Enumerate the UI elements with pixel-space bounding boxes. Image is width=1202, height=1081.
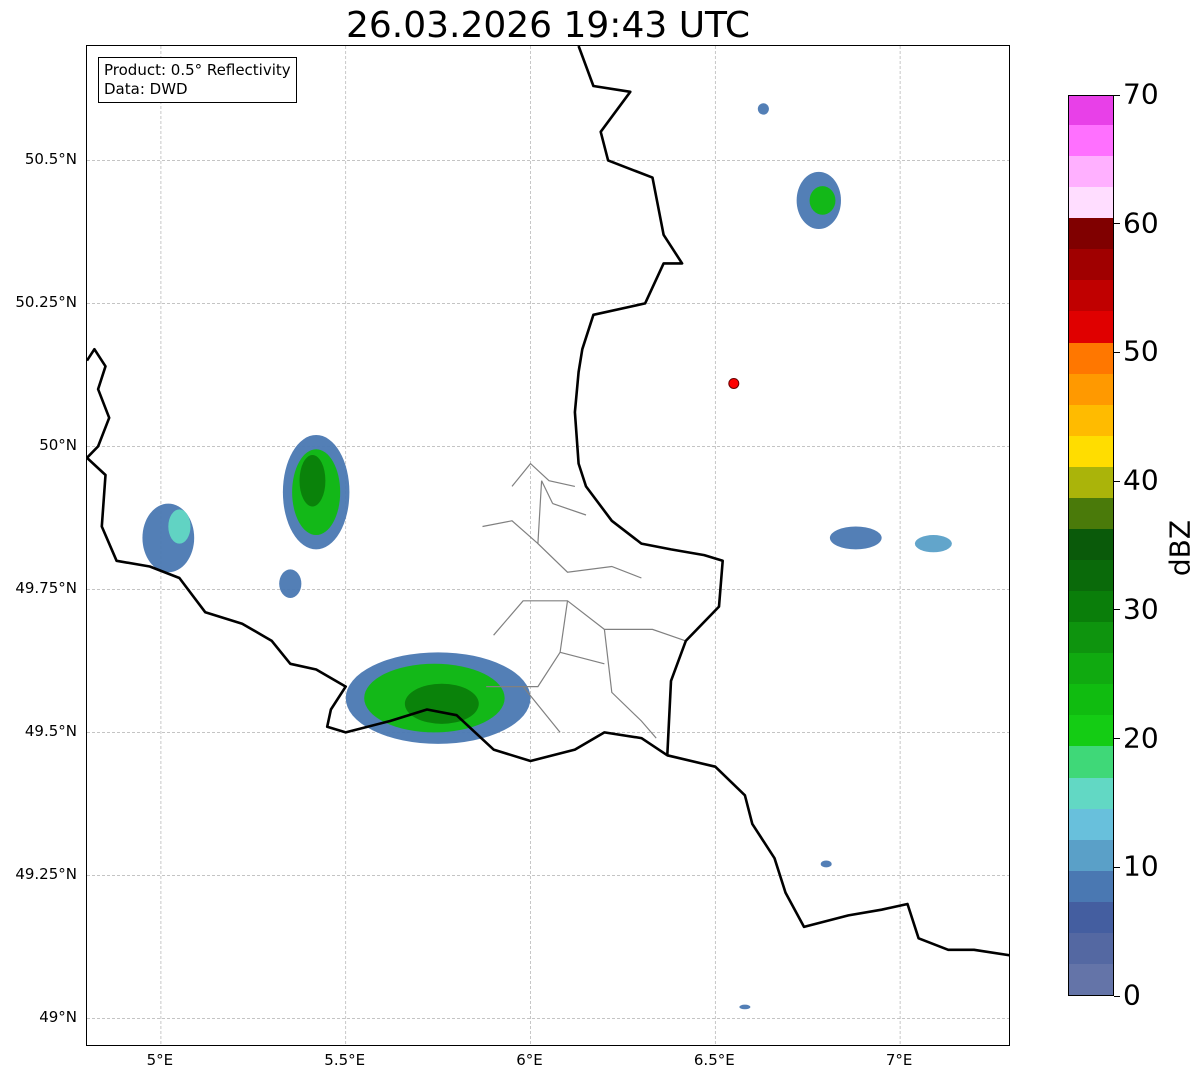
district-border xyxy=(559,651,605,665)
colorbar-segment xyxy=(1069,279,1113,312)
colorbar-segment xyxy=(1069,745,1113,778)
lon-tick-label: 7°E xyxy=(885,1051,913,1069)
colorbar-segment xyxy=(1069,839,1113,871)
lon-tick-label: 6.5°E xyxy=(693,1051,735,1069)
national-border xyxy=(87,46,725,763)
colorbar-segment xyxy=(1069,124,1113,157)
colorbar-segment xyxy=(1069,901,1113,933)
colorbar-segment xyxy=(1069,652,1113,685)
colorbar-segment xyxy=(1069,776,1113,809)
radar-site-marker xyxy=(728,377,740,389)
colorbar-tick-label: 30 xyxy=(1123,592,1159,626)
colorbar-segment xyxy=(1069,373,1113,405)
colorbar-tick xyxy=(1114,94,1120,96)
lon-tick-label: 5°E xyxy=(146,1051,174,1069)
echo-cell xyxy=(404,683,479,724)
radar-site-dot xyxy=(728,377,740,389)
colorbar-segment xyxy=(1069,559,1113,592)
national-border xyxy=(87,347,111,459)
colorbar-tick xyxy=(1114,995,1120,997)
colorbar-segment xyxy=(1069,621,1113,654)
colorbar-tick xyxy=(1114,223,1120,225)
colorbar-segment xyxy=(1069,310,1113,343)
lat-tick-label: 50°N xyxy=(39,436,77,455)
colorbar-segment xyxy=(1069,497,1113,529)
colorbar-tick-label: 50 xyxy=(1123,334,1159,368)
colorbar-segment xyxy=(1069,870,1113,902)
lon-tick-label: 6°E xyxy=(516,1051,543,1069)
dbz-colorbar xyxy=(1068,95,1114,996)
colorbar-segment xyxy=(1069,404,1113,436)
product-label: Product: 0.5° Reflectivity xyxy=(104,61,291,79)
colorbar-segment xyxy=(1069,528,1113,561)
colorbar-tick-label: 0 xyxy=(1123,978,1141,1012)
echo-cell xyxy=(820,860,832,868)
colorbar-tick-label: 40 xyxy=(1123,463,1159,497)
radar-map: Product: 0.5° Reflectivity Data: DWD xyxy=(86,45,1010,1046)
colorbar-tick-label: 10 xyxy=(1123,849,1159,883)
product-info-box: Product: 0.5° Reflectivity Data: DWD xyxy=(98,57,297,103)
colorbar-segment xyxy=(1069,590,1113,623)
district-border xyxy=(482,520,539,545)
colorbar-tick-label: 70 xyxy=(1123,77,1159,111)
colorbar-tick xyxy=(1114,609,1120,611)
colorbar-segment xyxy=(1069,186,1113,219)
colorbar-tick-label: 60 xyxy=(1123,206,1159,240)
district-border xyxy=(603,629,657,739)
district-border xyxy=(552,503,587,516)
echo-cell xyxy=(739,1004,751,1010)
lat-tick-label: 49.5°N xyxy=(24,722,77,741)
colorbar-segment xyxy=(1069,683,1113,716)
lat-tick-label: 49.25°N xyxy=(15,865,77,884)
echo-cell xyxy=(168,509,191,544)
district-border xyxy=(541,480,554,504)
colorbar-tick xyxy=(1114,351,1120,353)
echo-cell xyxy=(809,186,836,215)
national-borders xyxy=(87,46,1009,957)
colorbar-segment xyxy=(1069,932,1113,964)
reflectivity-echoes xyxy=(142,103,952,1010)
colorbar-segment xyxy=(1069,217,1113,250)
colorbar-tick xyxy=(1114,866,1120,868)
echo-cell xyxy=(299,454,326,507)
colorbar-segment xyxy=(1069,714,1113,747)
echo-cell xyxy=(279,569,302,598)
colorbar-segment xyxy=(1069,808,1113,840)
lon-tick-label: 5.5°E xyxy=(324,1051,366,1069)
lat-tick-label: 49.75°N xyxy=(15,579,77,598)
colorbar-segment xyxy=(1069,155,1113,188)
colorbar-segment xyxy=(1069,96,1113,126)
echo-cell xyxy=(914,535,952,553)
lat-tick-label: 49°N xyxy=(39,1008,77,1027)
colorbar-segment xyxy=(1069,341,1113,374)
lat-tick-label: 50.5°N xyxy=(24,150,77,169)
national-border xyxy=(666,754,1009,957)
colorbar-segment xyxy=(1069,963,1113,995)
colorbar-label: dBZ xyxy=(1163,519,1197,577)
colorbar-segment xyxy=(1069,248,1113,281)
echo-cell xyxy=(829,526,882,550)
echo-cell xyxy=(757,103,769,115)
district-border xyxy=(537,480,642,579)
colorbar-tick-label: 20 xyxy=(1123,720,1159,754)
colorbar-tick xyxy=(1114,480,1120,482)
district-border xyxy=(493,600,686,642)
district-border xyxy=(522,686,561,733)
radar-map-canvas xyxy=(87,46,1009,1045)
colorbar-segment xyxy=(1069,435,1113,467)
map-title: 26.03.2026 19:43 UTC xyxy=(345,5,751,46)
colorbar-tick xyxy=(1114,738,1120,740)
lat-tick-label: 50.25°N xyxy=(15,293,77,312)
data-source-label: Data: DWD xyxy=(104,80,188,98)
district-border xyxy=(511,462,576,487)
colorbar-segment xyxy=(1069,466,1113,498)
